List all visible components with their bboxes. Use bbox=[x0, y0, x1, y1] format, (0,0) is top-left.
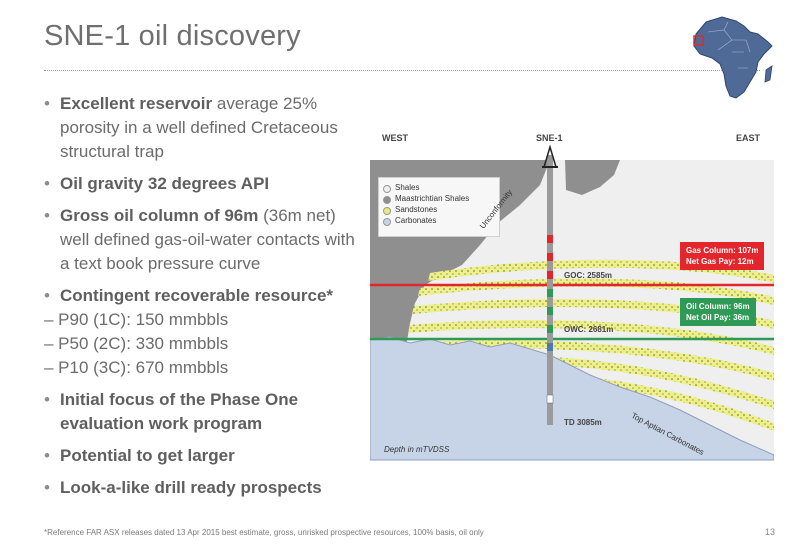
sub-p10: – P10 (3C): 670 mmbbls bbox=[44, 358, 229, 377]
sub-p50: – P50 (2C): 330 mmbbls bbox=[44, 334, 229, 353]
legend-shales: Shales bbox=[383, 182, 499, 193]
bullet-lookalike: • Look-a-like drill ready prospects bbox=[44, 478, 322, 497]
bullet-initial-focus: • Initial focus of the Phase One evaluati… bbox=[44, 390, 299, 433]
gas-column-box: Gas Column: 107m Net Gas Pay: 12m bbox=[680, 242, 765, 270]
goc-label: GOC: 2585m bbox=[564, 271, 613, 280]
gas-marker bbox=[547, 235, 553, 243]
td-marker bbox=[546, 394, 554, 404]
page-title: SNE-1 oil discovery bbox=[44, 20, 301, 52]
owc-label: OWC: 2681m bbox=[564, 325, 614, 334]
bullet-oil-gravity: • Oil gravity 32 degrees API bbox=[44, 174, 270, 193]
gas-marker bbox=[547, 271, 553, 279]
geological-cross-section: WEST SNE-1 EAST Shales Maastrichtian Sha… bbox=[370, 125, 774, 470]
bullet-reservoir: • Excellent reservoir average 25% porosit… bbox=[44, 94, 338, 161]
footnote: *Reference FAR ASX releases dated 13 Apr… bbox=[44, 528, 484, 537]
td-label: TD 3085m bbox=[564, 418, 602, 427]
east-label: EAST bbox=[736, 133, 761, 143]
oil-column-box: Oil Column: 96m Net Oil Pay: 36m bbox=[680, 298, 756, 326]
bullet-oil-column: • Gross oil column of 96m (36m net) well … bbox=[44, 206, 355, 273]
bullet-potential: • Potential to get larger bbox=[44, 446, 235, 465]
oil-marker bbox=[547, 325, 553, 333]
legend-maastrichtian: Maastrichtian Shales bbox=[383, 193, 499, 204]
gas-marker bbox=[547, 253, 553, 261]
bullet-list: • Excellent reservoir average 25% porosit… bbox=[44, 92, 364, 500]
sub-p90: – P90 (1C): 150 mmbbls bbox=[44, 310, 229, 329]
legend-sandstones: Sandstones bbox=[383, 204, 499, 215]
africa-map-icon bbox=[693, 16, 773, 99]
bullet-contingent-resource: • Contingent recoverable resource* bbox=[44, 286, 334, 305]
water-marker bbox=[547, 343, 553, 351]
oil-marker bbox=[547, 307, 553, 315]
well-label: SNE-1 bbox=[536, 133, 563, 143]
oil-marker bbox=[547, 289, 553, 297]
west-label: WEST bbox=[382, 133, 408, 143]
page-number: 13 bbox=[765, 527, 776, 537]
depth-label: Depth in mTVDSS bbox=[384, 445, 450, 454]
title-divider bbox=[44, 70, 760, 71]
